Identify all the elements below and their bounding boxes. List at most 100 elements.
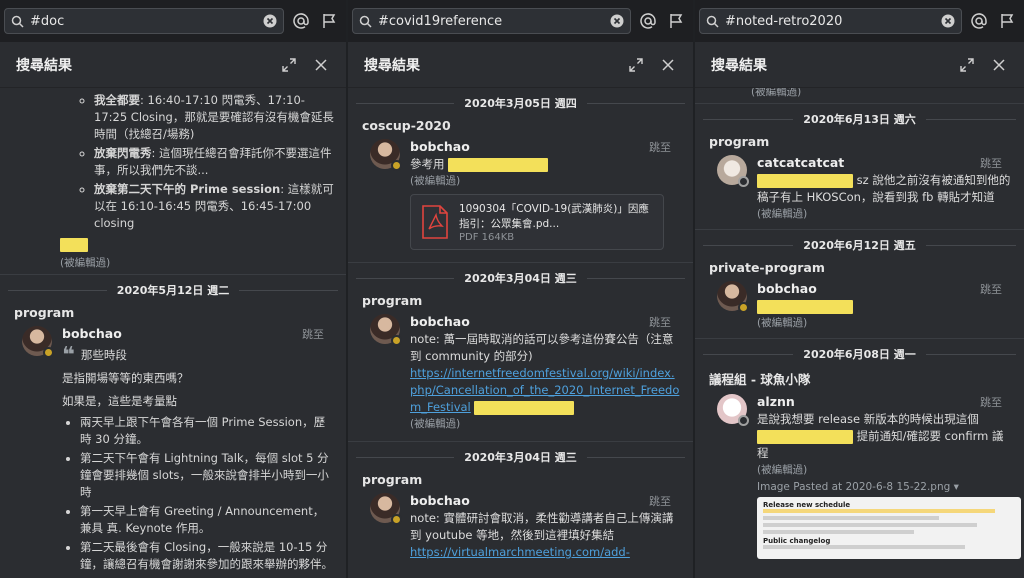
panel-header: 搜尋結果 xyxy=(348,42,693,88)
message-text: 參考用 xyxy=(410,156,681,173)
edited-label: (被編輯過) xyxy=(757,208,808,220)
close-icon[interactable] xyxy=(655,52,681,78)
date-divider: 2020年6月12日 週五 xyxy=(695,234,1024,256)
chevron-down-icon[interactable]: ▾ xyxy=(954,481,959,493)
jump-link[interactable]: 跳至 xyxy=(649,314,671,330)
edited-label: (被編輯過) xyxy=(757,317,808,329)
search-icon xyxy=(11,15,24,28)
jump-link[interactable]: 跳至 xyxy=(302,326,324,342)
avatar[interactable] xyxy=(370,314,402,346)
username[interactable]: bobchao xyxy=(62,326,334,341)
list-item: 放棄閃電秀: 這個現任總召會拜託你不要選這件事，所以我們先不談... xyxy=(94,145,334,179)
file-meta: PDF 164KB xyxy=(459,231,515,243)
quote-block: ❝ 那些時段 xyxy=(62,342,127,368)
message-continuation: 我全都要: 16:40-17:10 閃電秀、17:10-17:25 Closin… xyxy=(0,88,346,270)
jump-link[interactable]: 跳至 xyxy=(980,155,1002,171)
channel-name[interactable]: 議程組 - 球魚小隊 xyxy=(695,365,1024,392)
thumbnail-title: Release new schedule xyxy=(763,501,851,509)
panel-header: 搜尋結果 xyxy=(0,42,346,88)
search-icon xyxy=(706,15,719,28)
date-divider: 2020年6月13日 週六 xyxy=(695,108,1024,130)
flag-icon[interactable] xyxy=(318,10,340,32)
message-text: 是說我想要 release 新版本的時候出現這個 xyxy=(757,412,979,426)
username[interactable]: bobchao xyxy=(410,314,681,329)
clear-search-icon[interactable] xyxy=(941,14,955,28)
edited-label: (被編輯過) xyxy=(757,464,808,476)
search-query: #doc xyxy=(30,13,65,29)
channel-name[interactable]: program xyxy=(0,301,346,324)
avatar[interactable] xyxy=(717,281,749,313)
image-caption[interactable]: Image Pasted at 2020-6-8 15-22.png ▾ xyxy=(757,481,1012,493)
search-query: #noted-retro2020 xyxy=(725,13,843,29)
flag-icon[interactable] xyxy=(996,10,1018,32)
close-icon[interactable] xyxy=(986,52,1012,78)
username[interactable]: bobchao xyxy=(757,281,1012,296)
channel-name[interactable]: program xyxy=(348,468,693,491)
mention-icon[interactable] xyxy=(968,10,990,32)
list-item: 兩天早上跟下午會各有一個 Prime Session，歷時 30 分鐘。 xyxy=(80,414,334,448)
search-input[interactable]: #covid19reference xyxy=(352,8,631,34)
expand-icon[interactable] xyxy=(623,52,649,78)
quote-icon: ❝ xyxy=(62,342,75,368)
expand-icon[interactable] xyxy=(276,52,302,78)
nested-list: 我全都要: 16:40-17:10 閃電秀、17:10-17:25 Closin… xyxy=(60,92,334,232)
search-input[interactable]: #noted-retro2020 xyxy=(699,8,962,34)
username[interactable]: alznn xyxy=(757,394,1012,409)
avatar[interactable] xyxy=(370,493,402,525)
channel-name[interactable]: coscup-2020 xyxy=(348,114,693,137)
panel-title: 搜尋結果 xyxy=(364,57,420,74)
list-item: 第一天早上會有 Greeting / Announcement，兼具 真. Ke… xyxy=(80,503,334,537)
search-input[interactable]: #doc xyxy=(4,8,284,34)
message-text: 如果是，這些是考量點 xyxy=(62,394,177,408)
panel-header: 搜尋結果 xyxy=(695,42,1024,88)
thumbnail-subtitle: Public changelog xyxy=(763,537,831,545)
channel-name[interactable]: private-program xyxy=(695,256,1024,279)
message-text: 是指開場等等的東西嗎？ xyxy=(62,371,189,385)
bullet-list: 兩天早上跟下午會各有一個 Prime Session，歷時 30 分鐘。 第二天… xyxy=(62,414,334,573)
mention-icon[interactable] xyxy=(290,10,312,32)
file-attachment[interactable]: 1090304「COVID-19(武漢肺炎)」因應指引：公眾集會.pd... P… xyxy=(410,194,664,250)
list-item: 第二天下午會有 Lightning Talk，每個 slot 5 分鐘會要排幾個… xyxy=(80,450,334,501)
jump-link[interactable]: 跳至 xyxy=(980,394,1002,410)
message-link[interactable]: https://virtualmarchmeeting.com/add- xyxy=(410,545,630,559)
edited-label: (被編輯過) xyxy=(60,257,111,269)
message: bobchao note: 萬一屆時取消的話可以參考這份賽公告（注意到 comm… xyxy=(348,312,693,435)
mention-icon[interactable] xyxy=(637,10,659,32)
message-link-row: https://virtualmarchmeeting.com/add- xyxy=(410,544,681,561)
avatar[interactable] xyxy=(717,155,749,187)
username[interactable]: bobchao xyxy=(410,493,681,508)
avatar[interactable] xyxy=(22,326,54,358)
expand-icon[interactable] xyxy=(954,52,980,78)
avatar[interactable] xyxy=(717,394,749,426)
close-icon[interactable] xyxy=(308,52,334,78)
jump-link[interactable]: 跳至 xyxy=(649,139,671,155)
edited-label: (被編輯過) xyxy=(410,418,461,430)
list-item: 第二天最後會有 Closing，一般來說是 10-15 分鐘，讓總召有機會謝謝來… xyxy=(80,539,334,573)
search-query: #covid19reference xyxy=(378,13,503,29)
username[interactable]: bobchao xyxy=(410,139,681,154)
search-column-covid19reference: #covid19reference 搜尋結果 2020年3月05日 週四 cos… xyxy=(348,0,693,578)
image-thumbnail[interactable]: Release new schedule Public changelog xyxy=(757,497,1021,559)
clear-search-icon[interactable] xyxy=(610,14,624,28)
message-link-row: https://internetfreedomfestival.org/wiki… xyxy=(410,365,681,416)
message: bobchao note: 實體研討會取消，柔性勸導講者自己上傳演講到 yout… xyxy=(348,491,693,565)
jump-link[interactable]: 跳至 xyxy=(980,281,1002,297)
message-text: 提前通知/確認要 confirm 議程 xyxy=(757,429,1004,460)
top-bar: #doc xyxy=(0,0,346,42)
date-divider: 2020年3月04日 週三 xyxy=(348,446,693,468)
results-list: (被編輯過) 2020年6月13日 週六 program catcatcatca… xyxy=(695,88,1024,578)
jump-link[interactable]: 跳至 xyxy=(649,493,671,509)
search-icon xyxy=(359,15,372,28)
panel-title: 搜尋結果 xyxy=(711,57,767,74)
highlight-tag xyxy=(60,238,334,255)
flag-icon[interactable] xyxy=(665,10,687,32)
panel-title: 搜尋結果 xyxy=(16,57,72,74)
results-list: 我全都要: 16:40-17:10 閃電秀、17:10-17:25 Closin… xyxy=(0,88,346,578)
channel-name[interactable]: program xyxy=(348,289,693,312)
message: catcatcatcat sz 說他之前沒有被通知到他的稿子有上 HKOSCon… xyxy=(695,153,1024,225)
channel-name[interactable]: program xyxy=(695,130,1024,153)
clear-search-icon[interactable] xyxy=(263,14,277,28)
avatar[interactable] xyxy=(370,139,402,171)
username[interactable]: catcatcatcat xyxy=(757,155,1012,170)
message-text: note: 萬一屆時取消的話可以參考這份賽公告（注意到 community 的部… xyxy=(410,332,674,363)
